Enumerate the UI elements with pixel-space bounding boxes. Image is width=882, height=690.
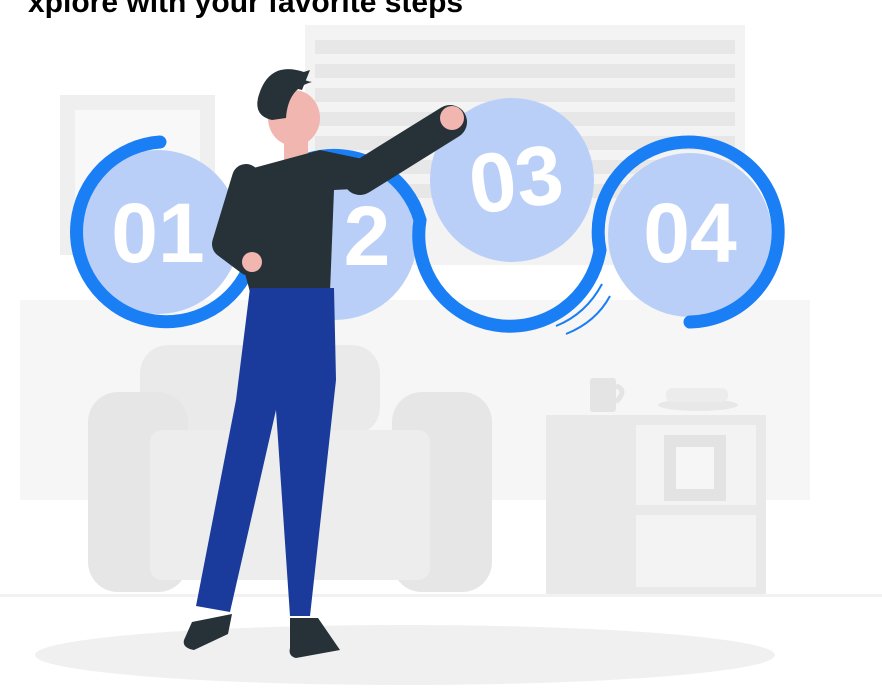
step-label-1: 01 (111, 186, 204, 280)
floor-line (0, 594, 882, 597)
step-label-2: 2 (344, 189, 391, 283)
illustration-stage: xplore with your favorite steps 01 2 03 … (0, 0, 882, 690)
shelf-icon (546, 415, 766, 595)
step-label-3: 03 (463, 126, 569, 232)
floor-shadow (35, 625, 775, 685)
step-label-4: 04 (643, 186, 737, 280)
scene-svg: 01 2 03 04 (0, 25, 882, 685)
